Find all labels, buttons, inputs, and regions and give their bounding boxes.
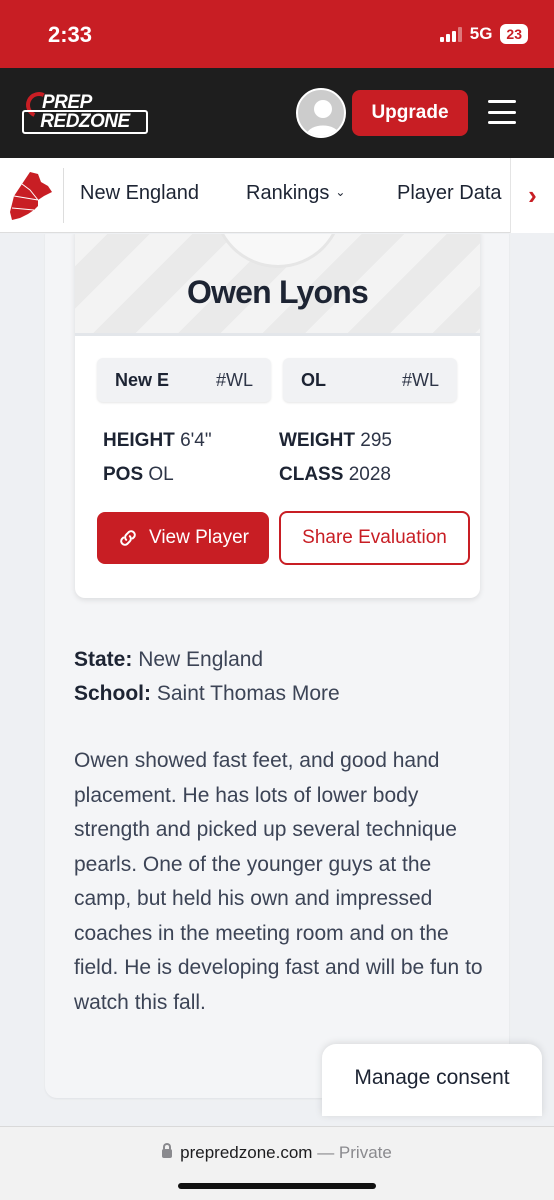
upgrade-button[interactable]: Upgrade xyxy=(352,90,468,136)
region-rank-label: New E xyxy=(115,370,170,390)
chevron-down-icon: ⌄ xyxy=(335,185,346,199)
stat-weight: WEIGHT 295 xyxy=(279,430,392,451)
chevron-right-icon[interactable]: › xyxy=(510,158,554,233)
school-value: Saint Thomas More xyxy=(156,682,340,705)
position-rank-label: OL xyxy=(301,370,326,390)
card-hero: Owen Lyons xyxy=(75,234,480,336)
nav-divider xyxy=(63,168,64,223)
url-domain: prepredzone.com xyxy=(180,1143,313,1162)
logo-line2: REDZONE xyxy=(22,110,148,134)
manage-consent-button[interactable]: Manage consent xyxy=(322,1044,542,1116)
private-mode-label: — Private xyxy=(317,1143,392,1162)
region-nav: New England Rankings ⌄ Player Data › xyxy=(0,158,554,233)
player-photo[interactable] xyxy=(213,234,343,268)
position-rank-badge: OL #WL xyxy=(283,358,457,402)
share-evaluation-button[interactable]: Share Evaluation xyxy=(279,511,470,565)
status-bar: 2:33 5G 23 xyxy=(0,0,554,68)
hamburger-menu-icon[interactable] xyxy=(488,100,516,124)
battery-icon: 23 xyxy=(500,24,528,44)
nav-rankings-label: Rankings xyxy=(246,182,330,204)
home-indicator[interactable] xyxy=(178,1183,376,1189)
view-player-label: View Player xyxy=(149,527,249,548)
region-rank-badge: New E #WL xyxy=(97,358,271,402)
prep-redzone-logo[interactable]: PREP REDZONE xyxy=(22,88,150,138)
stat-height: HEIGHT 6'4" xyxy=(103,430,212,451)
browser-bottom-bar: prepredzone.com — Private xyxy=(0,1126,554,1200)
stat-class: CLASS 2028 xyxy=(279,464,391,485)
player-card: Owen Lyons New E #WL OL #WL HEIGHT 6'4" … xyxy=(75,234,480,598)
link-icon xyxy=(120,530,136,546)
evaluation-card: Owen Lyons New E #WL OL #WL HEIGHT 6'4" … xyxy=(45,234,542,1116)
user-avatar[interactable] xyxy=(296,88,346,138)
view-player-button[interactable]: View Player xyxy=(97,512,269,564)
school-line: School: Saint Thomas More xyxy=(74,682,340,705)
site-header: PREP REDZONE Upgrade xyxy=(0,68,554,158)
signal-icon xyxy=(439,26,462,42)
evaluation-text: Owen showed fast feet, and good hand pla… xyxy=(74,749,483,1014)
nav-new-england[interactable]: New England xyxy=(80,182,199,205)
stat-position: POS OL xyxy=(103,464,174,485)
position-rank-value: #WL xyxy=(401,370,439,390)
player-name: Owen Lyons xyxy=(186,274,369,310)
nav-rankings[interactable]: Rankings ⌄ xyxy=(246,182,345,205)
status-time: 2:33 xyxy=(48,22,93,47)
state-line: State: New England xyxy=(74,648,264,671)
status-indicators: 5G 23 xyxy=(439,24,528,44)
network-type: 5G xyxy=(469,24,493,43)
address-bar[interactable]: prepredzone.com — Private xyxy=(0,1143,554,1163)
page-content: Owen Lyons New E #WL OL #WL HEIGHT 6'4" … xyxy=(0,234,554,1126)
region-rank-value: #WL xyxy=(215,370,253,390)
new-england-map-icon[interactable] xyxy=(8,170,54,222)
state-value: New England xyxy=(138,648,264,671)
person-icon xyxy=(306,100,340,136)
lock-icon xyxy=(162,1143,173,1158)
nav-player-data[interactable]: Player Data xyxy=(397,182,509,205)
